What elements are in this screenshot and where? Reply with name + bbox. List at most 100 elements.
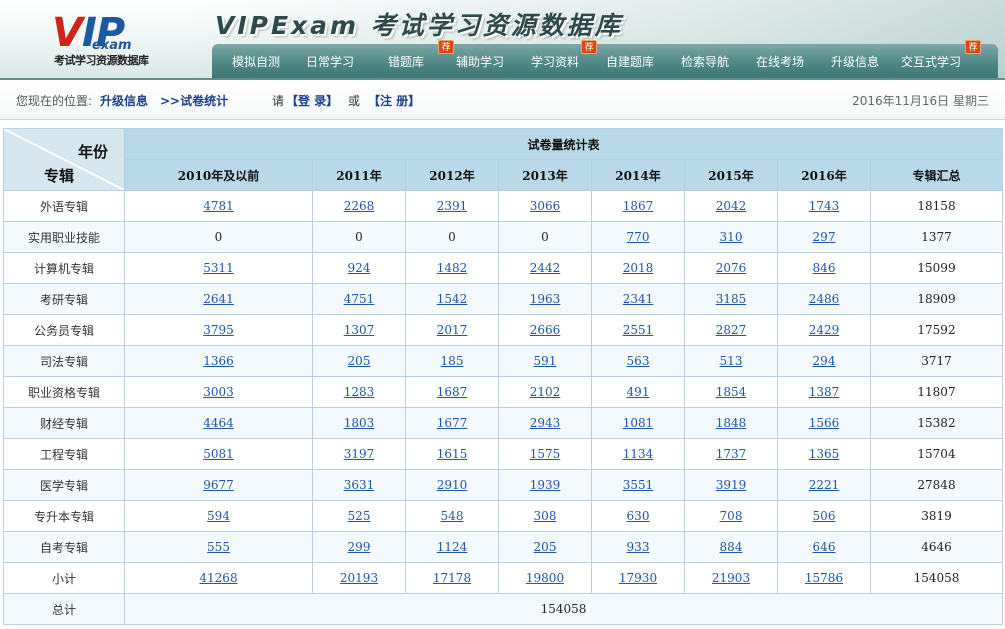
count-link[interactable]: 933 — [627, 540, 650, 554]
vip-exam-logo[interactable]: VIP exam 考试学习资源数据库 — [52, 10, 202, 70]
count-link[interactable]: 555 — [207, 540, 230, 554]
count-link[interactable]: 17930 — [619, 571, 657, 585]
count-link[interactable]: 1743 — [809, 199, 840, 213]
nav-item-4[interactable]: 辅助学习 — [456, 44, 504, 78]
nav-item-5[interactable]: 学习资料荐 — [531, 40, 597, 78]
count-link[interactable]: 1542 — [437, 292, 468, 306]
count-link[interactable]: 591 — [534, 354, 557, 368]
count-link[interactable]: 846 — [813, 261, 836, 275]
count-link[interactable]: 884 — [720, 540, 743, 554]
count-link[interactable]: 1124 — [437, 540, 468, 554]
count-link[interactable]: 2391 — [437, 199, 468, 213]
count-link[interactable]: 299 — [348, 540, 371, 554]
count-link[interactable]: 2943 — [530, 416, 561, 430]
count-link[interactable]: 5081 — [203, 447, 234, 461]
count-link[interactable]: 19800 — [526, 571, 564, 585]
breadcrumb-paper-stats[interactable]: >>试卷统计 — [160, 92, 228, 109]
count-link[interactable]: 4464 — [203, 416, 234, 430]
count-link[interactable]: 308 — [534, 509, 557, 523]
count-link[interactable]: 1939 — [530, 478, 561, 492]
count-link[interactable]: 594 — [207, 509, 230, 523]
count-link[interactable]: 2341 — [623, 292, 654, 306]
count-link[interactable]: 708 — [720, 509, 743, 523]
count-link[interactable]: 630 — [627, 509, 650, 523]
count-link[interactable]: 513 — [720, 354, 743, 368]
count-link[interactable]: 2666 — [530, 323, 561, 337]
count-link[interactable]: 3185 — [716, 292, 747, 306]
count-link[interactable]: 3919 — [716, 478, 747, 492]
count-link[interactable]: 1615 — [437, 447, 468, 461]
count-link[interactable]: 297 — [813, 230, 836, 244]
count-link[interactable]: 15786 — [805, 571, 843, 585]
count-link[interactable]: 1575 — [530, 447, 561, 461]
breadcrumb-upgrade-info[interactable]: 升级信息 — [100, 92, 148, 109]
nav-item-2[interactable]: 日常学习 — [306, 44, 354, 78]
count-link[interactable]: 2221 — [809, 478, 840, 492]
nav-item-9[interactable]: 升级信息 — [831, 44, 879, 78]
count-link[interactable]: 3197 — [344, 447, 375, 461]
count-link[interactable]: 2429 — [809, 323, 840, 337]
count-link[interactable]: 20193 — [340, 571, 378, 585]
count-link[interactable]: 17178 — [433, 571, 471, 585]
count-link[interactable]: 3631 — [344, 478, 375, 492]
count-link[interactable]: 1848 — [716, 416, 747, 430]
count-link[interactable]: 4751 — [344, 292, 375, 306]
count-link[interactable]: 294 — [813, 354, 836, 368]
count-link[interactable]: 525 — [348, 509, 371, 523]
count-link[interactable]: 205 — [534, 540, 557, 554]
count-link[interactable]: 1867 — [623, 199, 654, 213]
count-link[interactable]: 3795 — [203, 323, 234, 337]
count-link[interactable]: 924 — [348, 261, 371, 275]
count-link[interactable]: 2827 — [716, 323, 747, 337]
count-link[interactable]: 3003 — [203, 385, 234, 399]
count-link[interactable]: 3066 — [530, 199, 561, 213]
count-link[interactable]: 2641 — [203, 292, 234, 306]
count-link[interactable]: 491 — [627, 385, 650, 399]
count-link[interactable]: 1803 — [344, 416, 375, 430]
count-link[interactable]: 41268 — [199, 571, 237, 585]
count-link[interactable]: 1963 — [530, 292, 561, 306]
count-link[interactable]: 2042 — [716, 199, 747, 213]
count-link[interactable]: 770 — [627, 230, 650, 244]
count-link[interactable]: 1854 — [716, 385, 747, 399]
count-link[interactable]: 2076 — [716, 261, 747, 275]
count-link[interactable]: 1387 — [809, 385, 840, 399]
count-link[interactable]: 2018 — [623, 261, 654, 275]
count-link[interactable]: 563 — [627, 354, 650, 368]
count-link[interactable]: 1677 — [437, 416, 468, 430]
count-link[interactable]: 2551 — [623, 323, 654, 337]
nav-item-1[interactable]: 模拟自测 — [232, 44, 280, 78]
register-link[interactable]: 【注 册】 — [368, 92, 420, 109]
login-link[interactable]: 【登 录】 — [286, 92, 338, 109]
count-link[interactable]: 506 — [813, 509, 836, 523]
count-link[interactable]: 185 — [441, 354, 464, 368]
count-link[interactable]: 2017 — [437, 323, 468, 337]
nav-item-3[interactable]: 错题库荐 — [388, 40, 454, 78]
count-link[interactable]: 1366 — [203, 354, 234, 368]
count-link[interactable]: 1687 — [437, 385, 468, 399]
count-link[interactable]: 205 — [348, 354, 371, 368]
count-link[interactable]: 1307 — [344, 323, 375, 337]
count-link[interactable]: 21903 — [712, 571, 750, 585]
nav-item-7[interactable]: 检索导航 — [681, 44, 729, 78]
count-link[interactable]: 310 — [720, 230, 743, 244]
count-link[interactable]: 1737 — [716, 447, 747, 461]
nav-item-6[interactable]: 自建题库 — [606, 44, 654, 78]
count-link[interactable]: 548 — [441, 509, 464, 523]
count-link[interactable]: 4781 — [203, 199, 234, 213]
count-link[interactable]: 646 — [813, 540, 836, 554]
count-link[interactable]: 2268 — [344, 199, 375, 213]
count-link[interactable]: 2102 — [530, 385, 561, 399]
count-link[interactable]: 1566 — [809, 416, 840, 430]
count-link[interactable]: 2486 — [809, 292, 840, 306]
count-link[interactable]: 1482 — [437, 261, 468, 275]
count-link[interactable]: 5311 — [203, 261, 234, 275]
count-link[interactable]: 3551 — [623, 478, 654, 492]
count-link[interactable]: 1081 — [623, 416, 654, 430]
count-link[interactable]: 2910 — [437, 478, 468, 492]
nav-item-10[interactable]: 交互式学习荐 — [901, 40, 981, 78]
nav-item-8[interactable]: 在线考场 — [756, 44, 804, 78]
count-link[interactable]: 1134 — [623, 447, 654, 461]
count-link[interactable]: 2442 — [530, 261, 561, 275]
count-link[interactable]: 9677 — [203, 478, 234, 492]
